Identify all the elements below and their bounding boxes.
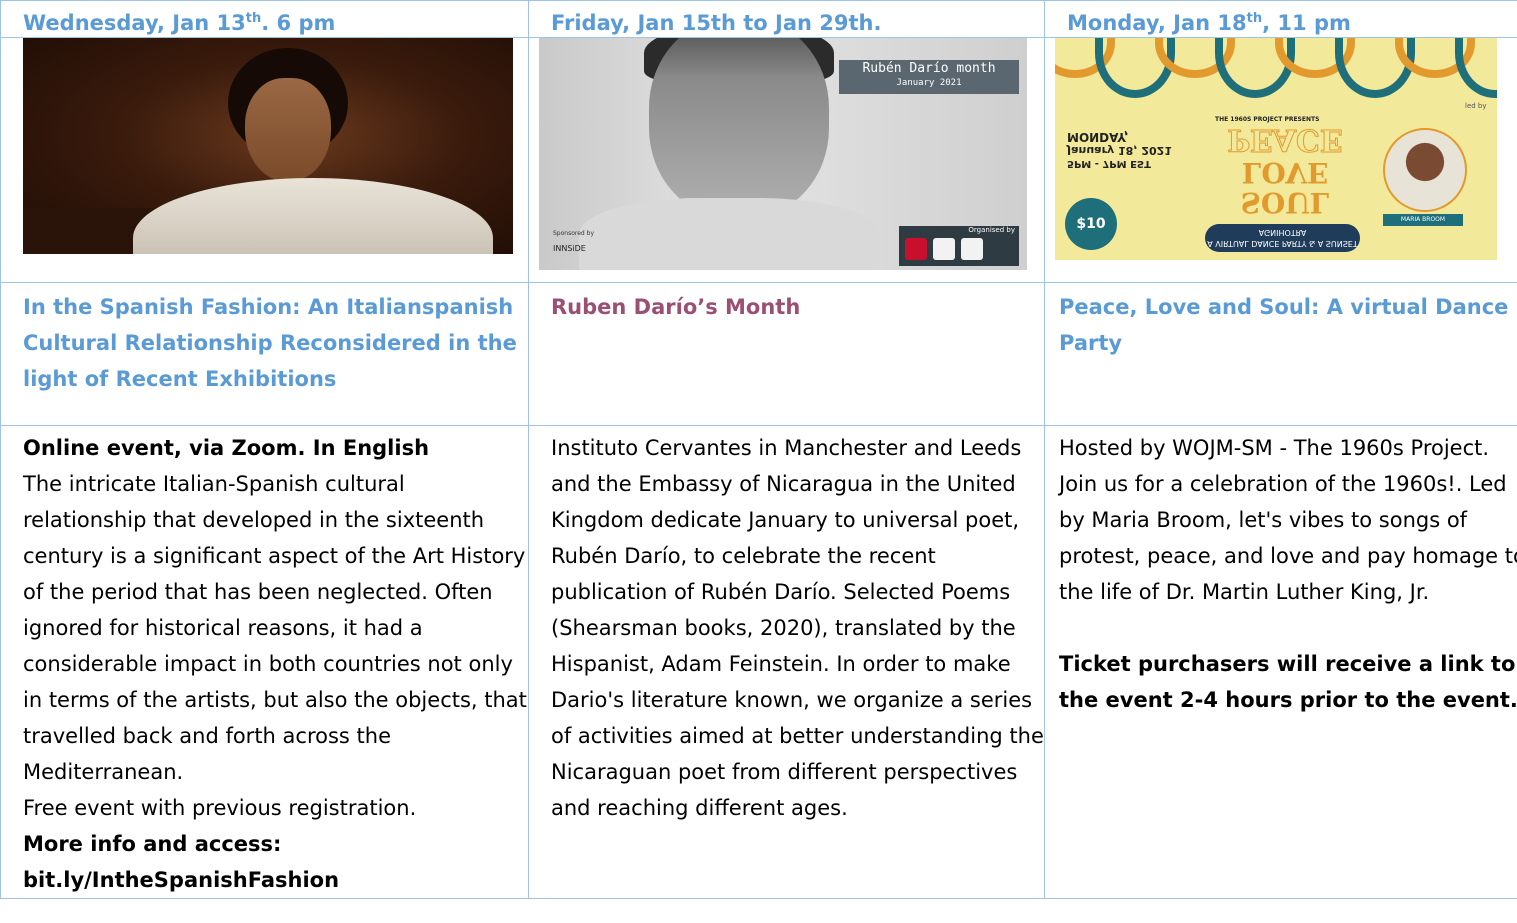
events-table: Wednesday, Jan 13th. 6 pm Friday, Jan 15…: [0, 0, 1517, 899]
event-1-description-cell: Online event, via Zoom. In English The i…: [0, 425, 529, 899]
event-1-date-cell: Wednesday, Jan 13th. 6 pm: [0, 0, 529, 38]
event-2-description: Instituto Cervantes in Manchester and Le…: [551, 436, 1044, 820]
nicaragua-logo: [933, 238, 955, 260]
event-1-link[interactable]: bit.ly/IntheSpanishFashion: [23, 868, 339, 892]
event-2-dario-image: Rubén Darío month January 2021 Sponsored …: [539, 38, 1027, 270]
event-3-description-cell: Hosted by WOJM-SM - The 1960s Project. J…: [1044, 425, 1517, 899]
event-3-date: Monday, Jan 18th, 11 pm: [1067, 11, 1351, 35]
flyer-pill: A VIRTUAL DANCE PARTY & A SUNSET AGNIHOT…: [1205, 224, 1360, 252]
event-1-title: In the Spanish Fashion: An Italianspanis…: [23, 295, 517, 391]
maria-broom-avatar: [1383, 128, 1467, 212]
event-1-description: Online event, via Zoom. In English The i…: [23, 436, 527, 892]
event-3-title: Peace, Love and Soul: A virtual Dance Pa…: [1059, 295, 1509, 355]
event-3-title-cell: Peace, Love and Soul: A virtual Dance Pa…: [1044, 282, 1517, 426]
event-3-date-cell: Monday, Jan 18th, 11 pm: [1044, 0, 1517, 38]
event-1-title-cell: In the Spanish Fashion: An Italianspanis…: [0, 282, 529, 426]
event-2-title: Ruben Darío’s Month: [551, 295, 801, 319]
event-2-title-cell: Ruben Darío’s Month: [528, 282, 1045, 426]
event-1-image-cell: [0, 37, 529, 283]
maria-broom-label: MARIA BROOM: [1383, 214, 1463, 226]
event-2-description-cell: Instituto Cervantes in Manchester and Le…: [528, 425, 1045, 899]
event-2-date-cell: Friday, Jan 15th to Jan 29th.: [528, 0, 1045, 38]
event-3-description: Hosted by WOJM-SM - The 1960s Project. J…: [1059, 436, 1517, 712]
event-3-flyer-image: THE 1960S PROJECT PRESENTS MONDAY, Janua…: [1055, 38, 1497, 260]
dario-banner: Rubén Darío month January 2021: [839, 60, 1019, 94]
innside-logo: INNSiDE: [553, 244, 586, 253]
event-1-date: Wednesday, Jan 13th. 6 pm: [23, 11, 336, 35]
event-2-date: Friday, Jan 15th to Jan 29th.: [551, 11, 882, 35]
sponsored-label: Sponsored by: [553, 230, 594, 237]
isj-logo: [961, 238, 983, 260]
event-2-image-cell: Rubén Darío month January 2021 Sponsored …: [528, 37, 1045, 283]
cervantes-logo: [905, 238, 927, 260]
event-3-image-cell: THE 1960S PROJECT PRESENTS MONDAY, Janua…: [1044, 37, 1517, 283]
donation-badge: $10: [1065, 198, 1117, 250]
event-1-portrait-image: [23, 38, 513, 254]
